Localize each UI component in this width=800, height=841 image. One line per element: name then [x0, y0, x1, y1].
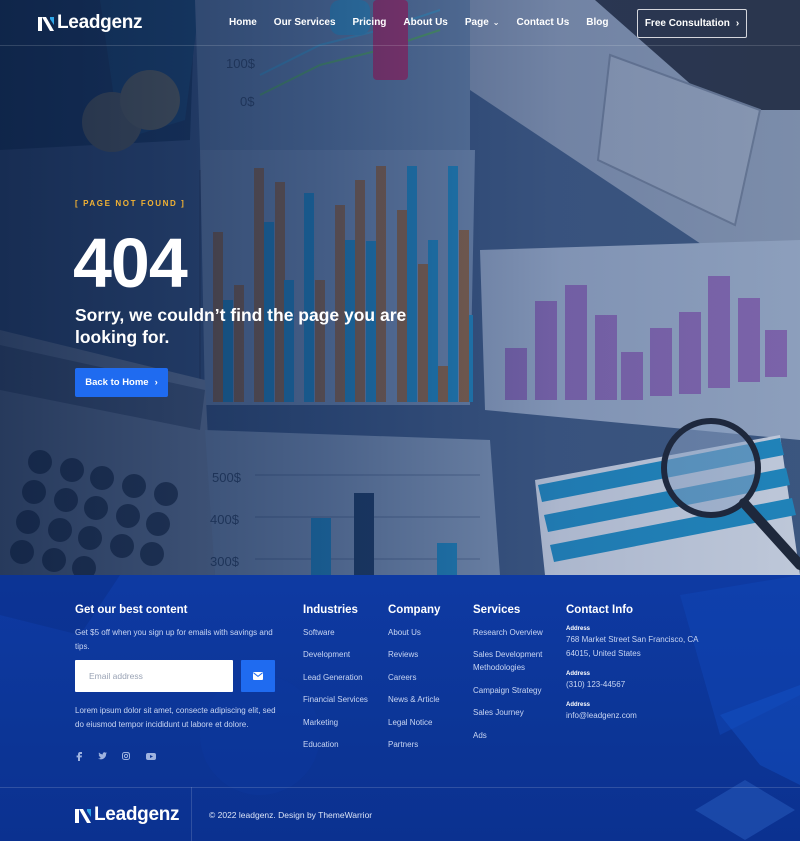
- services-link-research-overview[interactable]: Research Overview: [473, 626, 555, 639]
- youtube-link[interactable]: [145, 750, 157, 762]
- error-code: 404: [73, 224, 188, 302]
- newsletter-text: Get $5 off when you sign up for emails w…: [75, 628, 273, 651]
- industries-link-software[interactable]: Software: [303, 626, 368, 639]
- footer-bottom-divider: [191, 787, 192, 841]
- nav-contact-us[interactable]: Contact Us: [516, 17, 569, 28]
- nav-contact-us-label: Contact Us: [516, 17, 570, 28]
- company-link-partners[interactable]: Partners: [388, 738, 440, 751]
- nav-blog[interactable]: Blog: [586, 17, 608, 28]
- footer-about-text: Lorem ipsum dolor sit amet, consecte adi…: [75, 706, 276, 729]
- company-link-news-article[interactable]: News & Article: [388, 693, 440, 706]
- contact-info-title: Contact Info: [566, 604, 634, 616]
- top-navigation: Leadgenz Home Our Services Pricing About…: [0, 0, 800, 46]
- industries-link-marketing[interactable]: Marketing: [303, 716, 368, 729]
- nav-about-us[interactable]: About Us: [403, 17, 447, 28]
- facebook-link[interactable]: [73, 750, 85, 762]
- services-link-ads[interactable]: Ads: [473, 729, 555, 742]
- instagram-icon: [122, 752, 130, 760]
- company-title: Company: [388, 604, 441, 616]
- address-value: 768 Market Street San Francisco, CA 6401…: [566, 635, 699, 658]
- main-menu: Home Our Services Pricing About Us Page ⌄…: [229, 17, 626, 28]
- footer-logo-wordmark: Leadgenz: [94, 804, 180, 825]
- error-message: Sorry, we couldn’t find the page you are…: [75, 305, 407, 347]
- company-link-about-us[interactable]: About Us: [388, 626, 440, 639]
- youtube-icon: [146, 752, 156, 760]
- company-link-legal-notice[interactable]: Legal Notice: [388, 716, 440, 729]
- nav-page-label: Page: [464, 17, 489, 28]
- company-link-reviews[interactable]: Reviews: [388, 648, 440, 661]
- nav-about-us-label: About Us: [403, 17, 448, 28]
- leadgenz-logo-icon: [75, 809, 91, 823]
- nav-page-dropdown[interactable]: Page ⌄: [465, 17, 500, 28]
- nav-pricing[interactable]: Pricing: [353, 17, 387, 28]
- nav-our-services[interactable]: Our Services: [274, 17, 336, 28]
- subscribe-button[interactable]: [241, 660, 275, 692]
- phone-label: Address: [566, 671, 591, 677]
- back-to-home-button[interactable]: Back to Home ›: [75, 368, 168, 397]
- company-link-careers[interactable]: Careers: [388, 671, 440, 684]
- footer-logo[interactable]: Leadgenz: [75, 804, 180, 826]
- industries-links: Software Development Lead Generation Fin…: [303, 626, 368, 751]
- free-consultation-label: Free Consultation: [644, 18, 730, 29]
- free-consultation-button[interactable]: Free Consultation ›: [637, 9, 747, 38]
- newsletter-title: Get our best content: [75, 604, 188, 616]
- industries-link-development[interactable]: Development: [303, 648, 368, 661]
- envelope-icon: [253, 672, 263, 680]
- email-field[interactable]: [75, 660, 233, 692]
- nav-pricing-label: Pricing: [352, 17, 387, 28]
- industries-link-lead-generation[interactable]: Lead Generation: [303, 671, 368, 684]
- copyright-text: © 2022 leadgenz. Design by ThemeWarrior: [209, 810, 373, 820]
- services-link-sales-development[interactable]: Sales Development Methodologies: [473, 648, 555, 674]
- page-not-found-eyebrow: [ PAGE NOT FOUND ]: [75, 199, 186, 208]
- industries-title: Industries: [303, 604, 358, 616]
- facebook-icon: [76, 751, 82, 761]
- industries-link-financial-services[interactable]: Financial Services: [303, 693, 368, 706]
- logo-wordmark: Leadgenz: [57, 12, 143, 33]
- site-logo[interactable]: Leadgenz: [38, 12, 143, 34]
- chevron-down-icon: ⌄: [492, 18, 500, 27]
- services-link-sales-journey[interactable]: Sales Journey: [473, 706, 555, 719]
- email-label: Address: [566, 702, 591, 708]
- nav-our-services-label: Our Services: [273, 17, 336, 28]
- twitter-icon: [97, 752, 107, 760]
- services-links: Research Overview Sales Development Meth…: [473, 626, 555, 742]
- back-to-home-label: Back to Home: [85, 377, 149, 388]
- instagram-link[interactable]: [120, 750, 132, 762]
- email-value[interactable]: info@leadgenz.com: [566, 709, 637, 723]
- address-label: Address: [566, 626, 591, 632]
- company-links: About Us Reviews Careers News & Article …: [388, 626, 440, 751]
- services-title: Services: [473, 604, 521, 616]
- industries-link-education[interactable]: Education: [303, 738, 368, 751]
- leadgenz-logo-icon: [38, 17, 54, 31]
- services-link-campaign-strategy[interactable]: Campaign Strategy: [473, 684, 555, 697]
- twitter-link[interactable]: [96, 750, 108, 762]
- chevron-right-icon: ›: [154, 377, 158, 388]
- nav-blog-label: Blog: [586, 17, 609, 28]
- phone-value[interactable]: (310) 123-44567: [566, 678, 625, 692]
- chevron-right-icon: ›: [735, 18, 740, 29]
- nav-home[interactable]: Home: [229, 17, 257, 28]
- nav-home-label: Home: [229, 17, 257, 28]
